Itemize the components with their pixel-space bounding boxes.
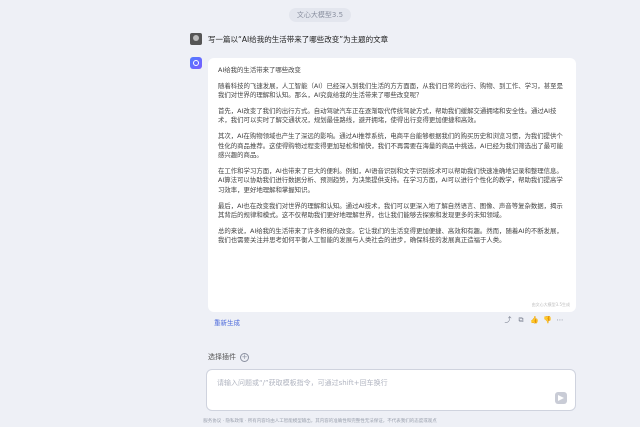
answer-paragraph: 其次，AI在购物领域也产生了深远的影响。通过AI推荐系统，电商平台能够根据我们的… — [218, 131, 563, 160]
add-plugin-icon[interactable]: + — [240, 352, 249, 362]
answer-paragraph: 首先，AI改变了我们的出行方式。自动驾驶汽车正在逐渐取代传统驾驶方式，帮助我们缓… — [218, 106, 557, 125]
answer-watermark: 由文心大模型3.5生成 — [531, 302, 570, 308]
copy-icon[interactable]: ⧉ — [517, 316, 525, 324]
footer-disclaimer: 服务协议 · 隐私政策 · 所有内容均由人工智能模型输出，其内容的准确性和完整性… — [203, 419, 437, 424]
answer-card: AI给我的生活带来了哪些改变 随着科技的飞速发展，人工智能（AI）已经深入到我们… — [208, 58, 576, 312]
more-icon[interactable]: ⋯ — [556, 316, 564, 324]
bot-avatar-icon — [190, 57, 202, 69]
regenerate-button[interactable]: 重新生成 — [214, 317, 240, 327]
answer-title: AI给我的生活带来了哪些改变 — [218, 66, 301, 74]
answer-paragraph: 总的来说，AI给我的生活带来了许多积极的改变。它让我们的生活变得更加便捷、高效和… — [218, 226, 563, 245]
chat-input-box[interactable] — [206, 369, 576, 411]
plugin-selector[interactable]: 选择插件 + — [208, 352, 249, 362]
plugin-label: 选择插件 — [208, 353, 236, 361]
send-icon[interactable] — [555, 392, 567, 404]
user-avatar — [190, 33, 202, 45]
share-icon[interactable]: ⤴ — [504, 316, 512, 324]
chat-input[interactable] — [215, 378, 539, 388]
model-name[interactable]: 文心大模型3.5 — [288, 8, 352, 22]
answer-actions: ⤴ ⧉ 👍 👎 ⋯ — [504, 316, 564, 324]
thumbs-down-icon[interactable]: 👎 — [543, 316, 552, 324]
user-message-text: 写一篇以“AI给我的生活带来了哪些改变”为主题的文章 — [208, 34, 389, 44]
model-selector[interactable]: 文心大模型3.5 — [0, 8, 640, 22]
thumbs-up-icon[interactable]: 👍 — [530, 316, 539, 324]
user-message: 写一篇以“AI给我的生活带来了哪些改变”为主题的文章 — [190, 32, 388, 46]
answer-paragraph: 最后，AI也在改变我们对世界的理解和认知。通过AI技术，我们可以更深入地了解自然… — [218, 201, 563, 220]
answer-paragraph: 随着科技的飞速发展，人工智能（AI）已经深入到我们生活的方方面面，从我们日常的出… — [218, 81, 563, 100]
answer-paragraph: 在工作和学习方面，AI也带来了巨大的便利。例如，AI语音识别和文字识别技术可以帮… — [218, 166, 563, 194]
